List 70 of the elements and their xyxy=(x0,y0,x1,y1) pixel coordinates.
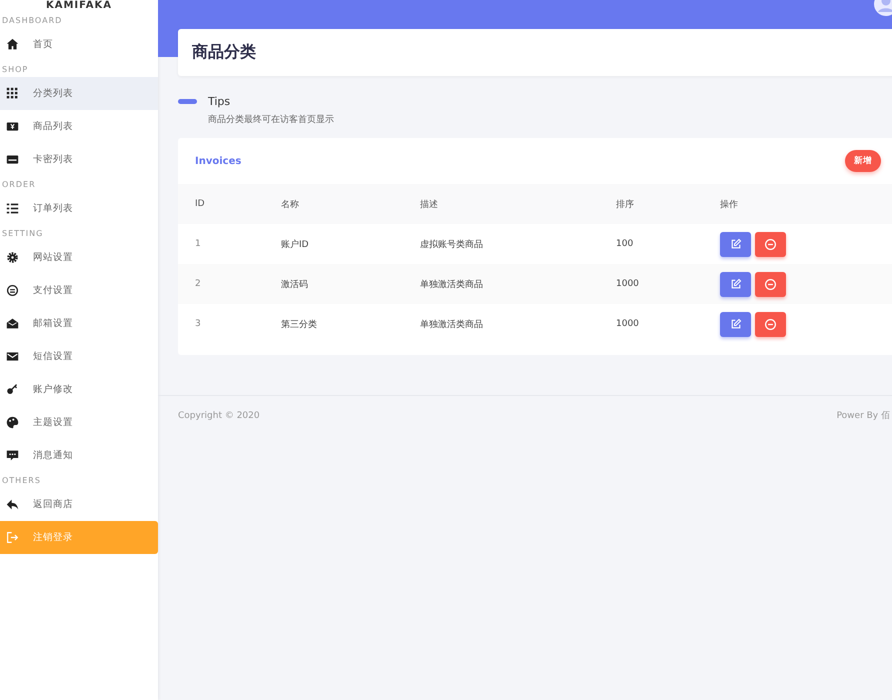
table-cell-text: 单独激活类商品 xyxy=(420,278,483,290)
sidebar-item[interactable]: 邮箱设置 xyxy=(0,307,158,340)
sidebar-item[interactable]: 支付设置 xyxy=(0,274,158,307)
tips-title: Tips xyxy=(208,95,230,108)
sidebar-item[interactable]: 首页 xyxy=(0,28,158,61)
palette-icon xyxy=(6,416,19,429)
edit-icon xyxy=(730,318,742,330)
table-cell: 1000 xyxy=(616,279,639,289)
section-label: OTHERS xyxy=(1,474,42,486)
mailopen-icon xyxy=(6,317,19,330)
card-icon xyxy=(6,153,19,166)
edit-icon xyxy=(730,238,742,250)
add-button[interactable]: 新增 xyxy=(845,150,881,172)
sidebar-item[interactable]: 消息通知 xyxy=(0,439,158,472)
brand-logo: KAMIFAKA xyxy=(44,0,114,12)
reply-icon xyxy=(6,498,19,511)
delete-button[interactable] xyxy=(755,272,786,296)
edit-button[interactable] xyxy=(720,232,751,256)
sidebar-item[interactable]: 短信设置 xyxy=(0,340,158,373)
accent-bar xyxy=(178,99,197,104)
minus-circle-icon xyxy=(764,278,777,290)
sidebar-item[interactable]: 主题设置 xyxy=(0,406,158,439)
home-icon xyxy=(6,38,19,51)
table-cell-text: 单独激活类商品 xyxy=(420,318,483,330)
page-title: 商品分类 xyxy=(192,42,256,63)
sidebar-item[interactable]: 订单列表 xyxy=(0,192,158,225)
gear-icon xyxy=(6,251,19,264)
section-label: ORDER xyxy=(1,178,37,190)
circle-icon xyxy=(6,284,19,297)
section-label: SHOP xyxy=(1,64,30,76)
sidebar-item[interactable]: 网站设置 xyxy=(0,241,158,274)
sidebar-item[interactable]: 账户修改 xyxy=(0,373,158,406)
delete-button[interactable] xyxy=(755,312,786,336)
minus-circle-icon xyxy=(764,238,777,250)
column-header: 操作 xyxy=(720,198,738,210)
minus-circle-icon xyxy=(764,318,777,330)
edit-button[interactable] xyxy=(720,312,751,336)
delete-button[interactable] xyxy=(755,232,786,256)
powered-by-text: Power By 佰 xyxy=(836,410,890,422)
grid-icon xyxy=(6,87,19,100)
sidebar-item[interactable]: 卡密列表 xyxy=(0,143,158,176)
edit-button[interactable] xyxy=(720,272,751,296)
table-cell-text: 虚拟账号类商品 xyxy=(420,238,483,250)
sidebar-item[interactable]: 商品列表 xyxy=(0,110,158,143)
sidebar-item[interactable]: 分类列表 xyxy=(0,77,158,110)
section-label: DASHBOARD xyxy=(1,14,64,26)
table-cell: 3 xyxy=(195,319,201,329)
key-icon xyxy=(6,383,19,396)
logout-icon xyxy=(6,531,19,544)
table-cell: 1000 xyxy=(616,319,639,329)
table-cell: 1 xyxy=(195,239,201,249)
column-header: ID xyxy=(195,199,205,209)
money-icon xyxy=(6,120,19,133)
copyright-text: Copyright © 2020 xyxy=(178,410,260,420)
table-cell: 100 xyxy=(616,239,634,249)
column-header: 排序 xyxy=(616,198,634,210)
chat-icon xyxy=(6,449,19,462)
list-icon xyxy=(6,202,19,215)
sidebar-item[interactable]: 返回商店 xyxy=(0,488,158,521)
edit-icon xyxy=(730,278,742,290)
table-cell-text: 激活码 xyxy=(281,278,308,290)
tips-text: 商品分类最终可在访客首页显示 xyxy=(207,114,335,126)
table-cell-text: 账户ID xyxy=(281,238,309,250)
card-title: Invoices xyxy=(195,156,242,166)
column-header: 描述 xyxy=(420,198,438,210)
table-cell: 2 xyxy=(195,279,201,289)
section-label: SETTING xyxy=(1,228,44,240)
table-cell-text: 第三分类 xyxy=(281,318,317,330)
mail-icon xyxy=(6,350,19,363)
column-header: 名称 xyxy=(281,198,299,210)
